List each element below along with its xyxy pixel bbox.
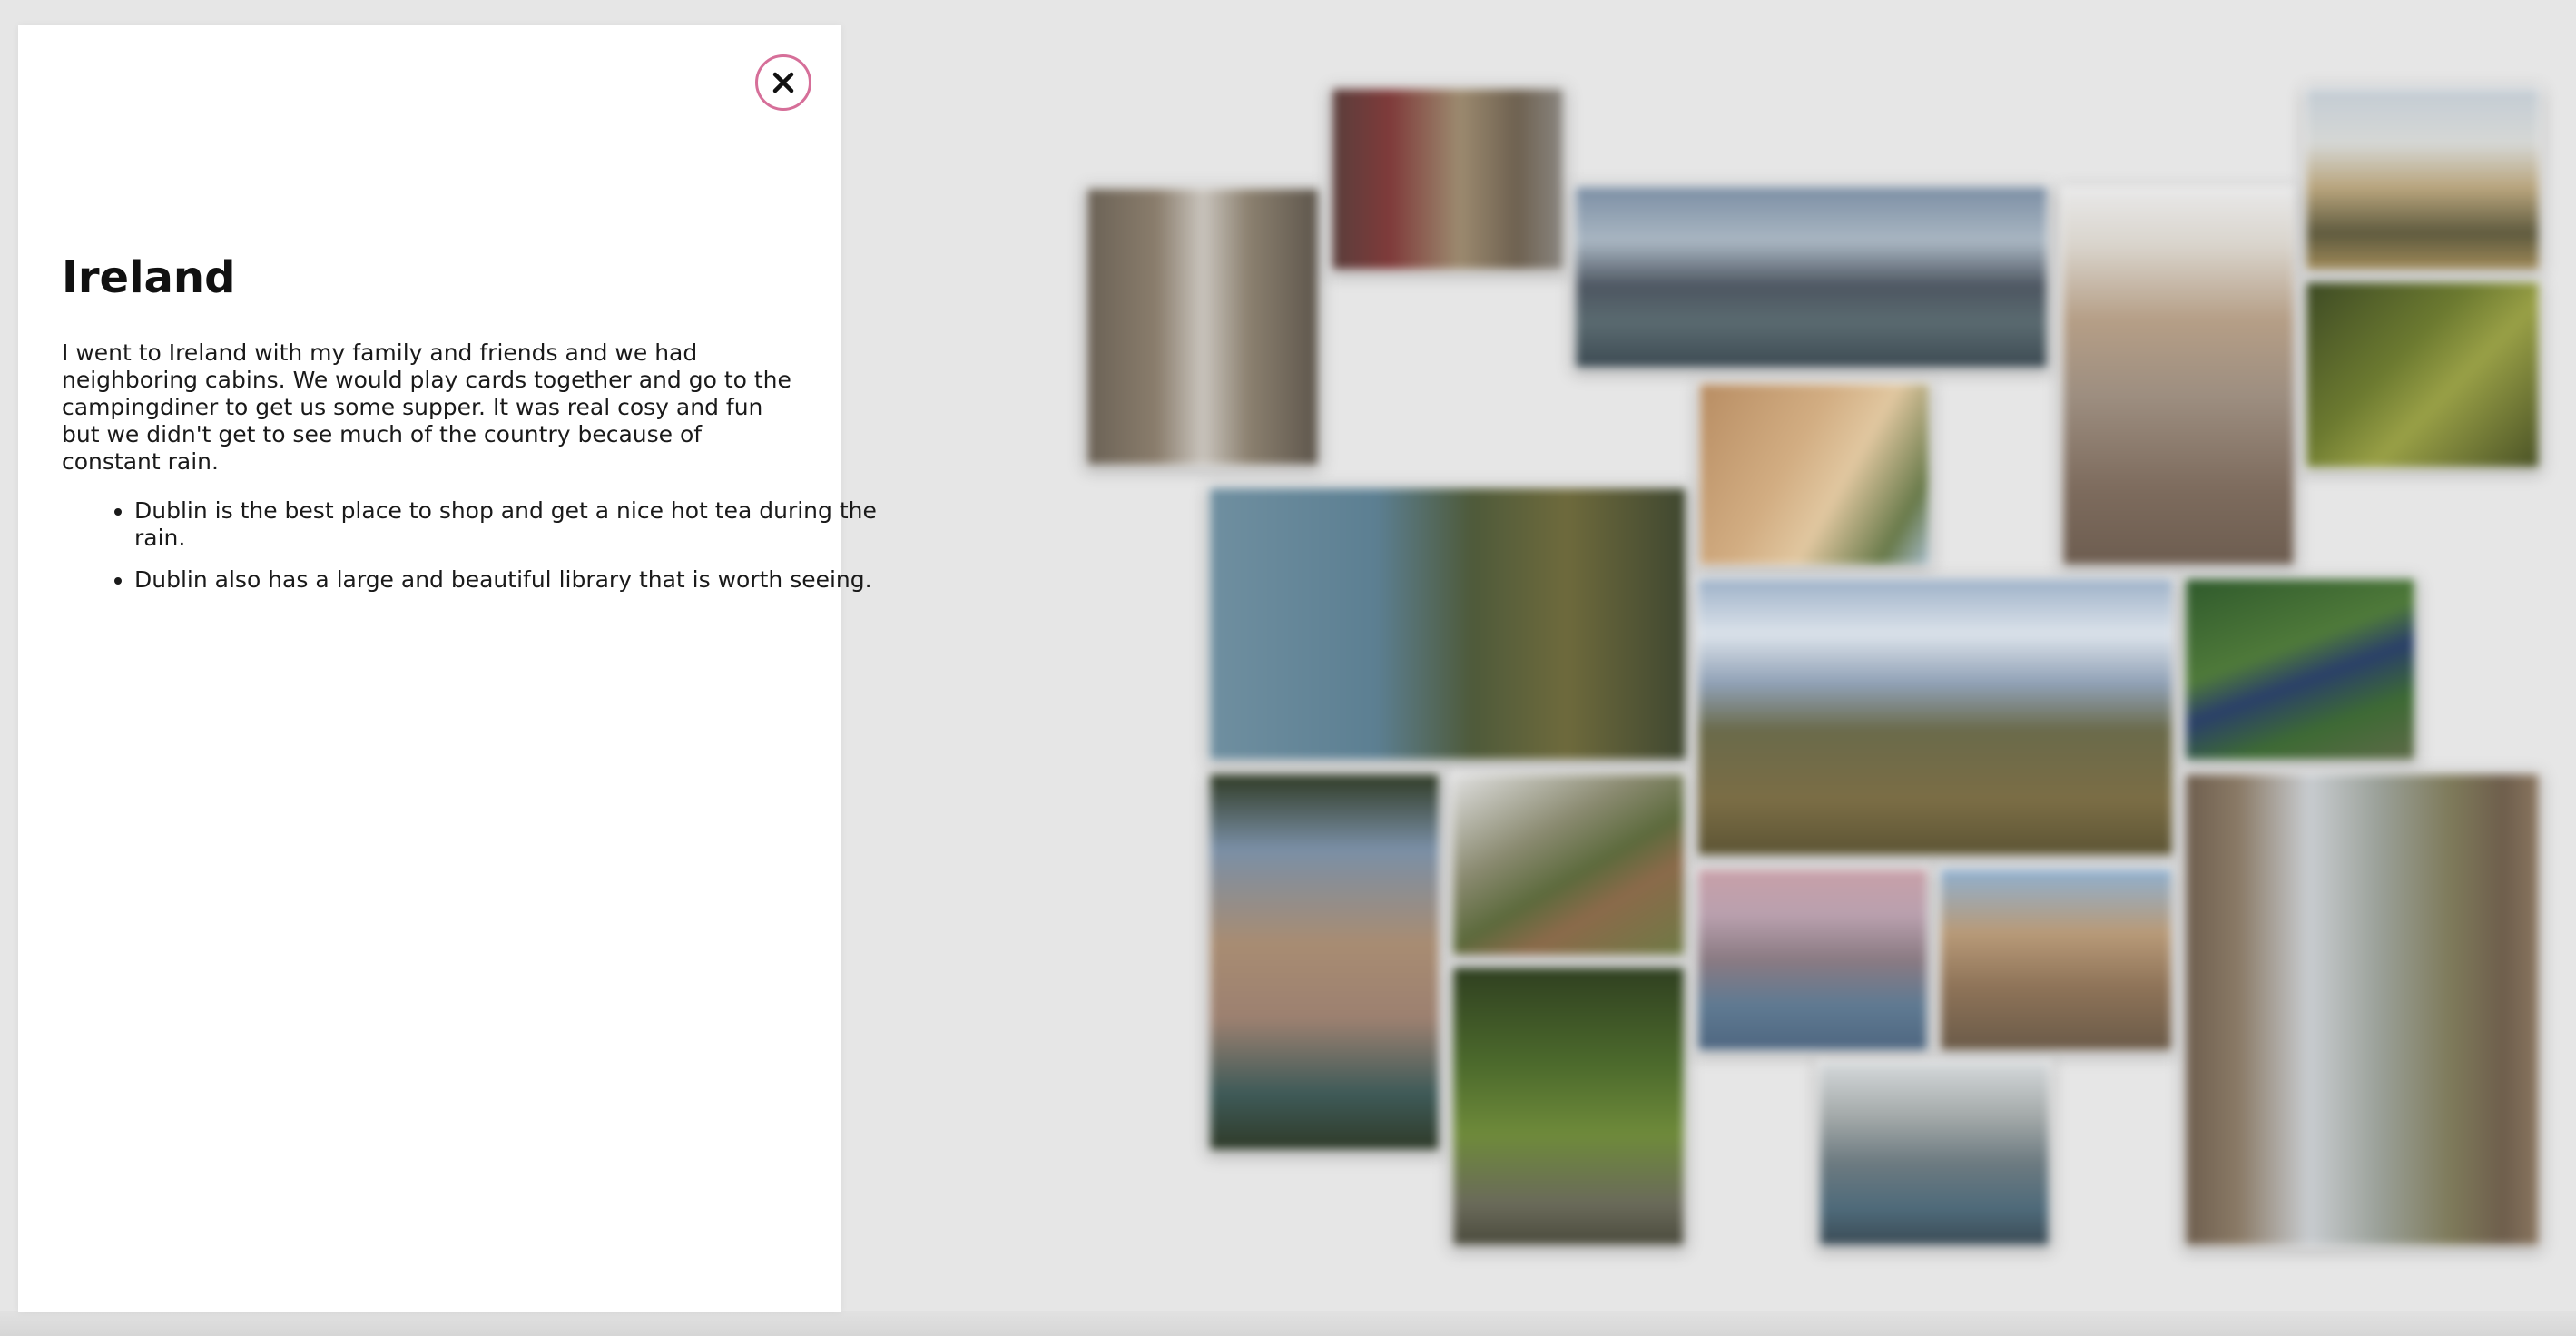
page-title: Ireland <box>62 252 236 303</box>
photo-highland-cow[interactable] <box>1450 771 1686 958</box>
photo-river-city[interactable] <box>2060 186 2296 567</box>
photo-old-town[interactable] <box>1938 867 2174 1053</box>
photo-jungle-path[interactable] <box>1450 965 1686 1248</box>
photo-mountain-lake[interactable] <box>1573 184 2050 370</box>
photo-market-street[interactable] <box>1330 86 1566 272</box>
list-item: Dublin also has a large and beautiful li… <box>134 566 897 594</box>
photo-aerial-city[interactable] <box>1817 1060 2051 1248</box>
photo-ornate-building[interactable] <box>1697 381 1932 567</box>
close-icon <box>772 72 794 93</box>
photo-machu-picchu[interactable] <box>2183 771 2542 1248</box>
close-button[interactable] <box>755 54 811 111</box>
photo-train-viaduct[interactable] <box>2183 576 2417 762</box>
photo-eiffel-street[interactable] <box>1085 186 1321 467</box>
description-text: I went to Ireland with my family and fri… <box>62 339 791 475</box>
highlights-list: Dublin is the best place to shop and get… <box>62 497 897 608</box>
location-detail-panel: Ireland I went to Ireland with my family… <box>18 25 877 1312</box>
photo-venice-canal[interactable] <box>1696 867 1930 1053</box>
photo-cliffs-of-moher[interactable] <box>1207 486 1688 762</box>
photo-coastal-town[interactable] <box>1207 771 1441 1153</box>
photo-snowy-mountains[interactable] <box>1696 576 2175 858</box>
photo-savanna[interactable] <box>2304 86 2542 272</box>
photo-green-hills[interactable] <box>2304 280 2542 470</box>
list-item: Dublin is the best place to shop and get… <box>134 497 897 552</box>
